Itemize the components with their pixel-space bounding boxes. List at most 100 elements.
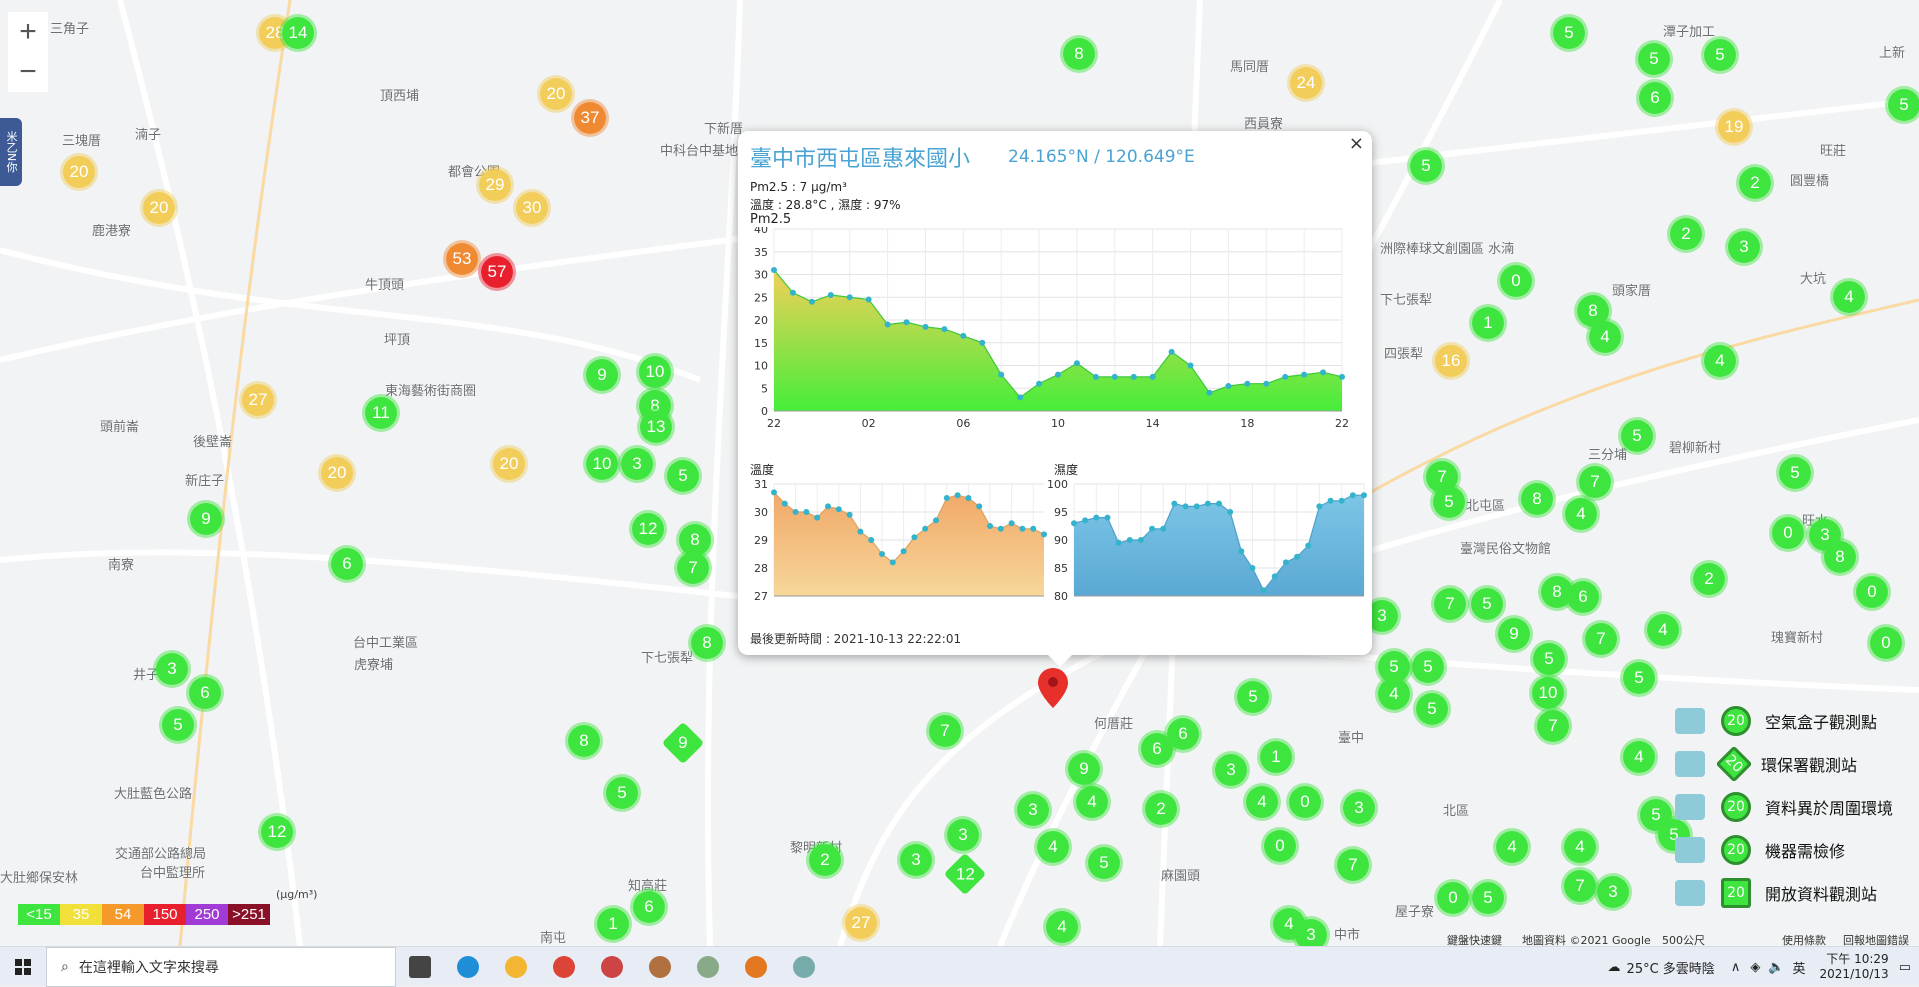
airbox-marker[interactable]: 4 (1043, 908, 1081, 946)
airbox-marker[interactable]: 5 (1701, 36, 1739, 74)
weather-text[interactable]: 25°C 多雲時陰 (1627, 958, 1715, 977)
airbox-marker[interactable]: 7 (1334, 846, 1372, 884)
airbox-marker[interactable]: 8 (1518, 480, 1556, 518)
airbox-marker[interactable]: 12 (629, 510, 667, 548)
airbox-marker[interactable]: 30 (513, 189, 551, 227)
airbox-marker[interactable]: 7 (1561, 867, 1599, 905)
airbox-marker[interactable]: 5 (1413, 690, 1451, 728)
airbox-marker[interactable]: 7 (1431, 585, 1469, 623)
airbox-marker[interactable]: 3 (944, 816, 982, 854)
airbox-marker[interactable]: 5 (1885, 86, 1919, 124)
airbox-marker[interactable]: 4 (1620, 738, 1658, 776)
tray-chevron-icon[interactable]: ∧ (1731, 960, 1741, 975)
ime-indicator[interactable]: 英 (1793, 958, 1806, 977)
airbox-marker[interactable]: 4 (1561, 828, 1599, 866)
airbox-marker[interactable]: 3 (1292, 916, 1330, 946)
airbox-marker[interactable]: 1 (1257, 738, 1295, 776)
airbox-marker[interactable]: 4 (1034, 828, 1072, 866)
airbox-marker[interactable]: 5 (1407, 147, 1445, 185)
terms-link[interactable]: 使用條款 (1782, 932, 1826, 946)
airbox-marker[interactable]: 5 (1469, 879, 1507, 917)
airbox-marker[interactable]: 0 (1867, 624, 1905, 662)
airbox-marker[interactable]: 1 (594, 905, 632, 943)
airbox-marker[interactable]: 27 (239, 381, 277, 419)
airbox-marker[interactable]: 3 (1340, 789, 1378, 827)
airbox-marker[interactable]: 19 (1715, 108, 1753, 146)
app-icon-5[interactable] (780, 947, 828, 987)
zoom-out-button[interactable]: − (8, 52, 48, 92)
airbox-marker[interactable]: 6 (1564, 578, 1602, 616)
airbox-marker[interactable]: 20 (140, 189, 178, 227)
airbox-marker[interactable]: 2 (1142, 790, 1180, 828)
airbox-marker[interactable]: 0 (1286, 783, 1324, 821)
airbox-marker[interactable]: 0 (1769, 514, 1807, 552)
airbox-marker[interactable]: 3 (1014, 791, 1052, 829)
airbox-marker[interactable]: 13 (637, 408, 675, 446)
airbox-marker[interactable]: 7 (674, 549, 712, 587)
airbox-marker[interactable]: 0 (1853, 573, 1891, 611)
airbox-marker[interactable]: 27 (842, 904, 880, 942)
airbox-marker[interactable]: 8 (1821, 538, 1859, 576)
airbox-marker[interactable]: 24 (1287, 64, 1325, 102)
airbox-marker[interactable]: 3 (1725, 228, 1763, 266)
keyboard-shortcuts-link[interactable]: 鍵盤快速鍵 (1447, 932, 1502, 946)
airbox-marker[interactable]: 5 (1776, 454, 1814, 492)
airbox-marker[interactable]: 2 (806, 841, 844, 879)
app-icon-3[interactable] (684, 947, 732, 987)
airbox-marker[interactable]: 2 (1690, 560, 1728, 598)
airbox-marker[interactable]: 4 (1243, 783, 1281, 821)
side-menu-tab[interactable]: 米乙N你 (0, 118, 22, 186)
chrome-icon[interactable] (540, 947, 588, 987)
system-clock[interactable]: 下午 10:29 2021/10/13 (1820, 952, 1889, 982)
airbox-marker[interactable]: 2 (1667, 215, 1705, 253)
airbox-marker[interactable]: 8 (688, 624, 726, 662)
edge-icon[interactable] (444, 947, 492, 987)
airbox-marker[interactable]: 5 (1530, 640, 1568, 678)
volume-icon[interactable]: 🔈 (1768, 960, 1784, 975)
airbox-marker[interactable]: 5 (603, 774, 641, 812)
close-popup-button[interactable]: × (1349, 133, 1364, 154)
airbox-marker[interactable]: 9 (1065, 750, 1103, 788)
task-view-icon[interactable] (396, 947, 444, 987)
airbox-marker[interactable]: 11 (362, 394, 400, 432)
airbox-marker[interactable]: 5 (664, 457, 702, 495)
airbox-marker[interactable]: 5 (1409, 648, 1447, 686)
airbox-marker[interactable]: 1 (1469, 304, 1507, 342)
airbox-marker[interactable]: 20 (490, 445, 528, 483)
airbox-marker[interactable]: 10 (1529, 674, 1567, 712)
airbox-marker[interactable]: 6 (1636, 79, 1674, 117)
network-icon[interactable]: ◈ (1750, 960, 1760, 975)
airbox-marker[interactable]: 5 (1620, 659, 1658, 697)
airbox-marker[interactable]: 20 (318, 454, 356, 492)
airbox-marker[interactable]: 10 (583, 445, 621, 483)
airbox-marker[interactable]: 37 (571, 99, 609, 137)
airbox-marker[interactable]: 3 (618, 445, 656, 483)
app-icon-4[interactable] (732, 947, 780, 987)
airbox-marker[interactable]: 6 (630, 888, 668, 926)
airbox-marker[interactable]: 0 (1261, 827, 1299, 865)
map-canvas[interactable]: 三角子 湳子 三塊厝 鹿港寮 頂西埔 都會公園 牛頂頭 坪頂 東海藝術街商圈 頭前崙 後壁崙 新庄子南… (0, 0, 1919, 946)
airbox-marker[interactable]: 20 (537, 75, 575, 113)
airbox-marker[interactable]: 7 (926, 712, 964, 750)
airbox-marker[interactable]: 20 (60, 153, 98, 191)
airbox-marker[interactable]: 5 (159, 706, 197, 744)
notification-icon[interactable]: ▭ (1899, 960, 1911, 975)
airbox-marker[interactable]: 14 (279, 14, 317, 52)
app-icon-1[interactable] (588, 947, 636, 987)
airbox-marker[interactable]: 5 (1618, 417, 1656, 455)
airbox-marker[interactable]: 5 (1430, 483, 1468, 521)
airbox-marker[interactable]: 4 (1493, 828, 1531, 866)
airbox-marker[interactable]: 4 (1830, 278, 1868, 316)
airbox-marker[interactable]: 7 (1582, 620, 1620, 658)
windows-start-button[interactable] (0, 947, 46, 987)
airbox-marker[interactable]: 53 (443, 240, 481, 278)
airbox-marker[interactable]: 7 (1534, 707, 1572, 745)
airbox-marker[interactable]: 6 (1164, 715, 1202, 753)
report-error-link[interactable]: 回報地圖錯誤 (1843, 932, 1909, 946)
airbox-marker[interactable]: 8 (1060, 35, 1098, 73)
airbox-marker[interactable]: 6 (186, 674, 224, 712)
airbox-marker[interactable]: 3 (1594, 873, 1632, 911)
airbox-marker[interactable]: 10 (636, 353, 674, 391)
airbox-marker[interactable]: 9 (187, 500, 225, 538)
airbox-marker[interactable]: 4 (1701, 342, 1739, 380)
